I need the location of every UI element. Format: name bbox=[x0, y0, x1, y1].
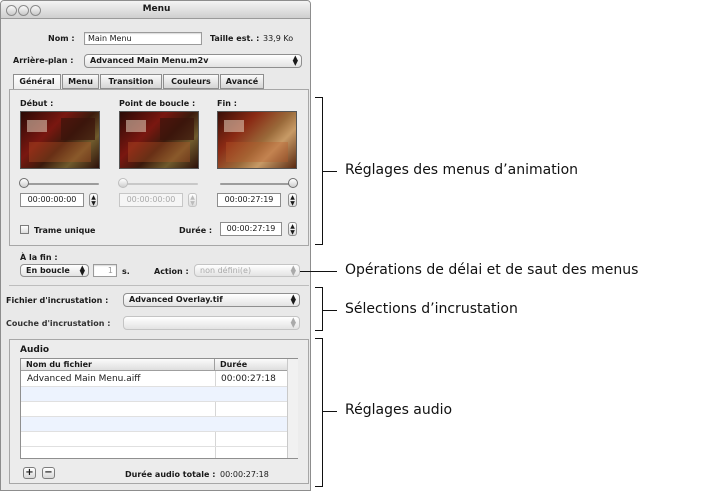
duration-field[interactable]: 00:00:27:19 bbox=[220, 222, 282, 236]
duration-stepper[interactable]: ▲ ▼ bbox=[288, 222, 297, 236]
background-popup-value: Advanced Main Menu.m2v bbox=[90, 56, 209, 65]
end-slider-knob[interactable] bbox=[288, 178, 298, 188]
total-audio-duration-value: 00:00:27:18 bbox=[220, 470, 269, 479]
tab-general[interactable]: Général bbox=[13, 74, 61, 90]
start-timecode-field[interactable]: 00:00:00:00 bbox=[20, 193, 84, 207]
duration-label: Durée : bbox=[179, 226, 213, 235]
start-label: Début : bbox=[20, 99, 54, 108]
callout-motion-settings: Réglages des menus d’animation bbox=[345, 162, 579, 178]
start-slider-knob[interactable] bbox=[19, 178, 29, 188]
title-bar[interactable]: Menu bbox=[1, 1, 310, 19]
table-row-empty bbox=[21, 402, 287, 417]
overlay-file-label: Fichier d'incrustation : bbox=[6, 296, 109, 305]
bracket-audio-bottom bbox=[315, 486, 323, 487]
bracket-overlay-vertical bbox=[322, 287, 323, 330]
tab-menu[interactable]: Menu bbox=[62, 74, 99, 89]
estimated-size-label: Taille est. : bbox=[210, 34, 260, 43]
end-mode-popup[interactable]: En boucle ▲ ▼ bbox=[20, 264, 89, 277]
audio-table: Nom du fichier Durée Advanced Main Menu.… bbox=[20, 358, 298, 459]
action-value: non défini(e) bbox=[200, 266, 252, 275]
separator bbox=[9, 285, 309, 286]
end-slider-track bbox=[220, 183, 296, 185]
bracket-audio-leader bbox=[322, 411, 337, 412]
popup-arrows-icon: ▲ ▼ bbox=[290, 293, 296, 306]
bracket-audio-vertical bbox=[322, 338, 323, 486]
overlay-file-value: Advanced Overlay.tif bbox=[129, 295, 223, 304]
loop-count-field[interactable]: 1 bbox=[93, 264, 117, 277]
start-timecode-stepper[interactable]: ▲ ▼ bbox=[89, 193, 98, 207]
loop-timecode-field[interactable]: 00:00:00:00 bbox=[119, 193, 183, 207]
table-scrollbar[interactable] bbox=[287, 359, 298, 458]
still-frame-label: Trame unique bbox=[34, 226, 96, 235]
remove-audio-button[interactable]: − bbox=[42, 467, 55, 479]
name-label: Nom : bbox=[48, 34, 75, 43]
action-popup[interactable]: non défini(e) ▲ ▼ bbox=[194, 264, 300, 277]
end-timecode-stepper[interactable]: ▲ ▼ bbox=[288, 193, 297, 207]
callout-overlay: Sélections d’incrustation bbox=[345, 301, 518, 317]
loop-timecode-stepper[interactable]: ▲ ▼ bbox=[188, 193, 197, 207]
popup-arrows-icon: ▲ ▼ bbox=[290, 316, 296, 329]
popup-arrows-icon: ▲ ▼ bbox=[292, 54, 298, 67]
tab-transition[interactable]: Transition bbox=[100, 74, 162, 89]
row-duration: 00:00:27:18 bbox=[221, 374, 276, 384]
window-title: Menu bbox=[142, 4, 171, 14]
row-filename: Advanced Main Menu.aiff bbox=[27, 374, 141, 384]
end-label: Fin : bbox=[217, 99, 237, 108]
bracket-motion-bottom bbox=[315, 244, 323, 245]
tab-colors[interactable]: Couleurs bbox=[163, 74, 219, 89]
still-frame-checkbox[interactable] bbox=[20, 225, 29, 234]
loop-slider-knob[interactable] bbox=[118, 178, 128, 188]
start-slider-track bbox=[23, 183, 99, 185]
audio-section-label: Audio bbox=[20, 345, 50, 355]
table-row[interactable]: Advanced Main Menu.aiff 00:00:27:18 bbox=[21, 372, 287, 387]
end-timecode-field[interactable]: 00:00:27:19 bbox=[217, 193, 281, 207]
column-header-filename[interactable]: Nom du fichier bbox=[21, 359, 215, 371]
loop-point-label: Point de boucle : bbox=[119, 99, 196, 108]
table-row-empty bbox=[21, 387, 287, 402]
start-frame-thumbnail bbox=[20, 111, 100, 169]
overlay-layer-popup[interactable]: ▲ ▼ bbox=[123, 316, 300, 330]
background-label: Arrière-plan : bbox=[13, 56, 74, 65]
popup-arrows-icon: ▲ ▼ bbox=[79, 264, 85, 277]
bracket-motion-leader bbox=[322, 171, 337, 172]
loop-frame-thumbnail bbox=[119, 111, 199, 169]
name-field[interactable]: Main Menu bbox=[84, 32, 202, 45]
estimated-size-value: 33,9 Ko bbox=[263, 34, 294, 43]
at-end-label: À la fin : bbox=[20, 253, 58, 262]
tab-advanced[interactable]: Avancé bbox=[220, 74, 264, 89]
background-popup[interactable]: Advanced Main Menu.m2v ▲ ▼ bbox=[84, 54, 302, 68]
action-label: Action : bbox=[154, 267, 189, 276]
bracket-overlay-bottom bbox=[315, 330, 323, 331]
add-audio-button[interactable]: + bbox=[23, 467, 36, 479]
table-row-empty bbox=[21, 417, 287, 432]
end-mode-value: En boucle bbox=[26, 266, 70, 275]
seconds-label: s. bbox=[122, 267, 130, 276]
callout-timing-leader bbox=[300, 271, 337, 272]
total-audio-duration-label: Durée audio totale : bbox=[125, 470, 216, 479]
overlay-layer-label: Couche d'incrustation : bbox=[6, 319, 111, 328]
overlay-file-popup[interactable]: Advanced Overlay.tif ▲ ▼ bbox=[123, 293, 300, 307]
menu-inspector-window: Menu Nom : Main Menu Taille est. : 33,9 … bbox=[0, 0, 311, 491]
callout-audio: Réglages audio bbox=[345, 402, 453, 418]
loop-slider-track bbox=[122, 183, 198, 185]
callout-timing: Opérations de délai et de saut des menus bbox=[345, 262, 639, 278]
column-header-duration[interactable]: Durée bbox=[215, 359, 288, 371]
table-row-empty bbox=[21, 432, 287, 447]
popup-arrows-icon: ▲ ▼ bbox=[290, 264, 296, 277]
bracket-overlay-leader bbox=[322, 310, 337, 311]
end-frame-thumbnail bbox=[217, 111, 297, 169]
